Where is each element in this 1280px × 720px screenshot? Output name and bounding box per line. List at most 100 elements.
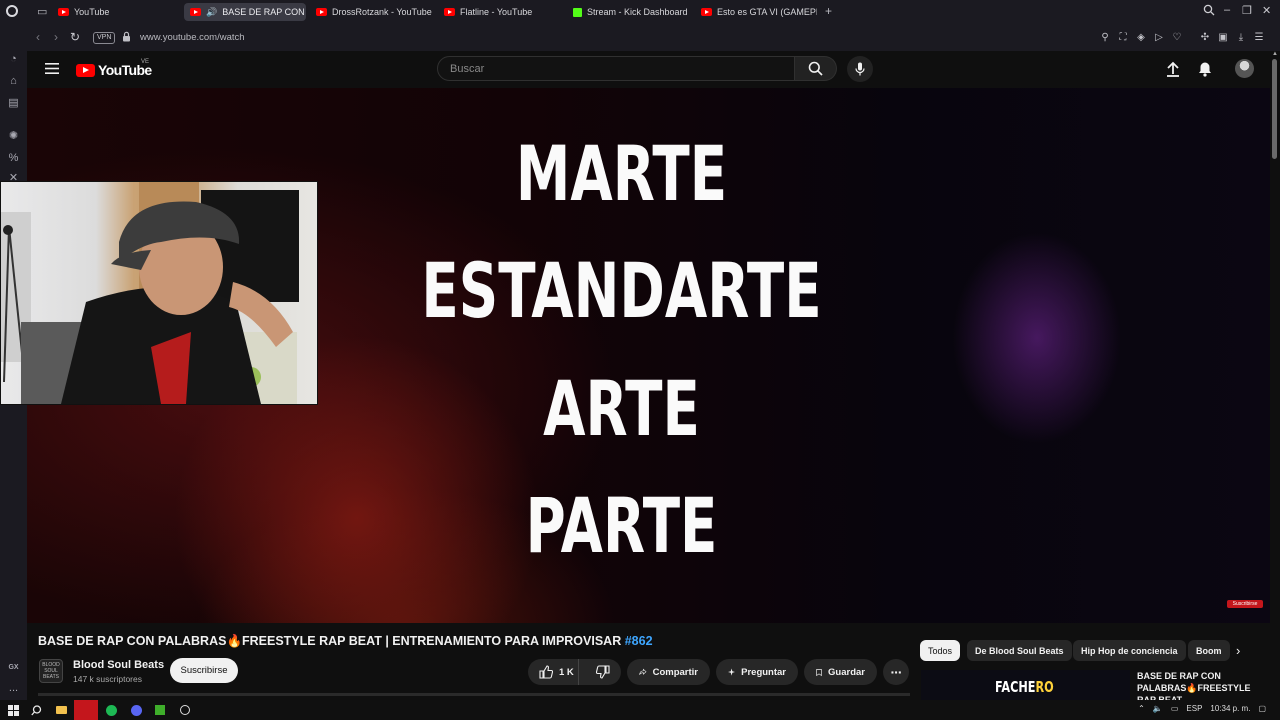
url-text[interactable]: www.youtube.com/watch [140, 32, 245, 43]
download-icon[interactable]: ⤓ [1235, 31, 1247, 43]
file-explorer-icon[interactable] [54, 703, 68, 717]
streamer-webcam-image [1, 182, 299, 404]
share-arrow-icon [639, 668, 647, 675]
scroll-up-arrow-icon[interactable]: ▲ [1272, 51, 1278, 57]
subscriber-count: 147 k suscriptores [73, 674, 142, 684]
new-tab-plus-icon[interactable]: + [825, 4, 832, 18]
speed-dial-icon[interactable]: ◔ [6, 51, 21, 66]
opera-gx-taskbar-icon[interactable] [74, 700, 98, 720]
chevron-right-icon[interactable]: › [1236, 643, 1240, 658]
tab-workspace-icon[interactable]: ▭ [37, 5, 47, 18]
close-window-icon[interactable]: ✕ [1262, 4, 1271, 17]
vpn-badge[interactable]: VPN [93, 32, 116, 44]
easy-setup-icon[interactable]: ☰ [1253, 31, 1265, 43]
search-button[interactable] [795, 56, 837, 81]
save-label: Guardar [828, 666, 865, 678]
like-button[interactable]: 1 K [528, 659, 579, 685]
restore-icon[interactable]: ❐ [1242, 4, 1252, 17]
tray-chevron-up-icon[interactable]: ⌃ [1138, 704, 1145, 713]
tab-drossrotzank[interactable]: DrossRotzank - YouTube [316, 3, 436, 21]
percent-icon[interactable]: % [6, 150, 21, 165]
taskbar-search-icon[interactable] [29, 703, 43, 717]
chip-boom[interactable]: Boom [1188, 640, 1230, 661]
speaker-icon[interactable]: 🔊 [206, 7, 217, 18]
search-icon [808, 61, 823, 76]
clock-time[interactable]: 10:34 p. m. [1210, 704, 1250, 713]
video-hashtag-link[interactable]: #862 [625, 634, 653, 648]
youtube-icon [58, 8, 69, 16]
tab-base-de-rap[interactable]: 🔊 BASE DE RAP CON PA [184, 3, 306, 21]
youtube-icon [190, 8, 201, 16]
lock-icon[interactable] [122, 31, 131, 42]
tab-label: BASE DE RAP CON PA [222, 7, 306, 17]
tab-flatline[interactable]: Flatline - YouTube [444, 3, 564, 21]
tab-label: Stream - Kick Dashboard [587, 7, 688, 17]
opera-gx-logo-icon[interactable] [6, 5, 18, 17]
channel-name-link[interactable]: Blood Soul Beats [73, 659, 164, 671]
back-arrow-icon[interactable]: ‹ [36, 30, 40, 44]
save-button[interactable]: Guardar [804, 659, 877, 685]
tab-label: DrossRotzank - YouTube [332, 7, 432, 17]
thumbs-down-icon [595, 665, 610, 679]
chatgpt-icon[interactable]: ✺ [6, 128, 21, 143]
youtube-icon [316, 8, 327, 16]
channel-avatar-text: BLOOD SOUL BEATS [42, 662, 60, 680]
share-button[interactable]: Compartir [627, 659, 710, 685]
hamburger-menu-icon[interactable] [45, 63, 59, 74]
chip-todos[interactable]: Todos [920, 640, 961, 661]
scroll-thumb[interactable] [1272, 59, 1277, 159]
tab-gta-vi[interactable]: Esto es GTA VI (GAMEPLAY [701, 3, 817, 21]
share-label: Compartir [652, 666, 698, 678]
subscribe-button[interactable]: Suscribirse [170, 658, 238, 683]
forward-arrow-icon[interactable]: › [54, 30, 58, 44]
description-box-edge [38, 693, 910, 696]
tab-kick-dashboard[interactable]: Stream - Kick Dashboard [573, 3, 698, 21]
news-icon[interactable]: ▤ [6, 95, 21, 110]
more-dots-icon[interactable]: ... [6, 680, 21, 695]
thumbnail-text: FACHERO [995, 678, 1054, 696]
microphone-icon [855, 62, 865, 76]
chip-hip-hop-de-conciencia[interactable]: Hip Hop de conciencia [1073, 640, 1186, 661]
discord-icon[interactable] [129, 703, 143, 717]
thumbnail-text-yellow: RO [1035, 678, 1054, 696]
notification-center-icon[interactable]: ▢ [1258, 704, 1266, 713]
region-code: VE [141, 59, 150, 65]
volume-icon[interactable]: 🔈 [1153, 704, 1163, 713]
youtube-icon [701, 8, 712, 16]
chip-de-blood-soul-beats[interactable]: De Blood Soul Beats [967, 640, 1072, 661]
recommendation-chips: Todos De Blood Soul Beats Hip Hop de con… [920, 0, 1232, 720]
bag-icon[interactable]: ⌂ [6, 73, 21, 88]
search-input[interactable]: Buscar [437, 56, 795, 81]
windows-start-icon[interactable] [6, 703, 20, 717]
search-placeholder: Buscar [450, 63, 485, 75]
voice-search-button[interactable] [847, 56, 873, 82]
tab-label: YouTube [74, 7, 110, 17]
gx-control-icon[interactable]: GX [6, 660, 21, 675]
dislike-button[interactable] [585, 659, 621, 685]
youtube-icon [444, 8, 455, 16]
thumbnail-text-white: FACHE [995, 678, 1036, 696]
like-dislike-group: 1 K [528, 659, 621, 685]
tab-youtube[interactable]: YouTube [58, 3, 178, 21]
language-indicator[interactable]: ESP [1186, 704, 1202, 713]
xbox-game-icon[interactable] [153, 703, 167, 717]
webcam-overlay [0, 181, 318, 405]
bookmark-icon [816, 668, 822, 676]
video-title: BASE DE RAP CON PALABRAS🔥FREESTYLE RAP B… [38, 634, 653, 649]
ask-label: Preguntar [741, 666, 786, 678]
network-icon[interactable]: ▭ [1171, 704, 1179, 713]
recommendation-thumbnail[interactable]: FACHERO [921, 670, 1130, 700]
reload-icon[interactable]: ↻ [70, 30, 80, 44]
spotify-icon[interactable] [104, 703, 118, 717]
ask-button[interactable]: Preguntar [716, 659, 798, 685]
subscribe-watermark[interactable]: Suscribirse [1227, 600, 1263, 608]
thumbs-up-icon [539, 665, 553, 679]
channel-avatar[interactable]: BLOOD SOUL BEATS [39, 659, 63, 683]
page-scrollbar[interactable]: ▲ [1270, 51, 1280, 700]
youtube-play-icon [76, 63, 95, 77]
user-avatar[interactable] [1235, 59, 1254, 78]
more-actions-button[interactable]: ··· [883, 659, 909, 685]
tab-label: Flatline - YouTube [460, 7, 533, 17]
chatgpt-taskbar-icon[interactable] [178, 703, 192, 717]
sparkle-icon [728, 668, 736, 676]
